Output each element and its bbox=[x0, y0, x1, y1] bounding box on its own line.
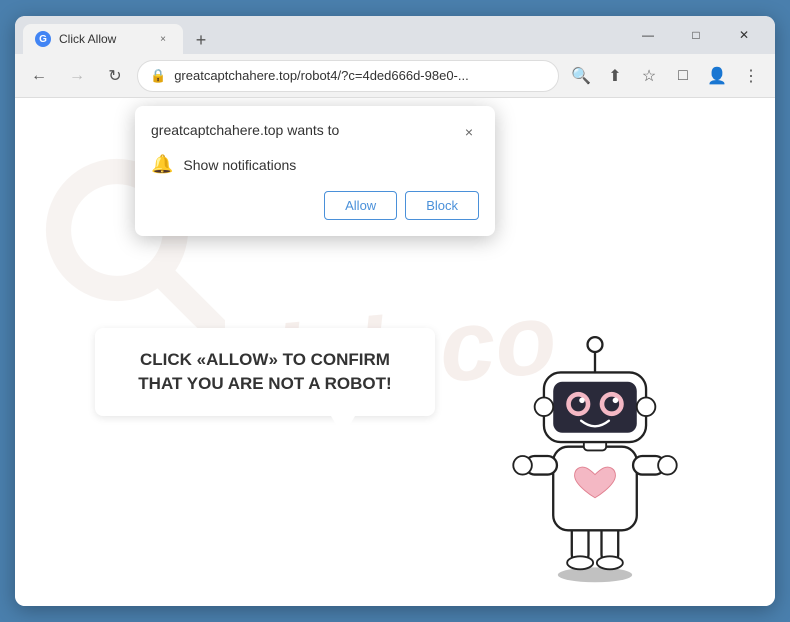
menu-button[interactable]: ⋮ bbox=[735, 60, 767, 92]
notification-label: Show notifications bbox=[183, 157, 296, 173]
allow-button[interactable]: Allow bbox=[324, 191, 397, 220]
maximize-button[interactable]: □ bbox=[673, 20, 719, 50]
lock-icon: 🔒 bbox=[150, 68, 166, 84]
speech-bubble: CLICK «ALLOW» TO CONFIRM THAT YOU ARE NO… bbox=[95, 328, 435, 416]
window-controls: — □ ✕ bbox=[625, 20, 767, 50]
popup-site-text: greatcaptchahere.top wants to bbox=[151, 122, 339, 138]
page-content: risk.co greatcaptchahere.top wants to × … bbox=[15, 98, 775, 606]
back-button[interactable]: ← bbox=[23, 60, 55, 92]
tab-title: Click Allow bbox=[59, 32, 147, 46]
close-button[interactable]: ✕ bbox=[721, 20, 767, 50]
bookmark-button[interactable]: ☆ bbox=[633, 60, 665, 92]
forward-button[interactable]: → bbox=[61, 60, 93, 92]
tab-favicon: G bbox=[35, 31, 51, 47]
block-button[interactable]: Block bbox=[405, 191, 479, 220]
active-tab[interactable]: G Click Allow × bbox=[23, 24, 183, 54]
robot-svg bbox=[495, 326, 695, 586]
new-tab-button[interactable]: + bbox=[187, 26, 215, 54]
tab-close-button[interactable]: × bbox=[155, 31, 171, 47]
captcha-message: CLICK «ALLOW» TO CONFIRM THAT YOU ARE NO… bbox=[138, 350, 391, 393]
minimize-button[interactable]: — bbox=[625, 20, 671, 50]
title-bar: G Click Allow × + — □ ✕ bbox=[15, 16, 775, 54]
tab-area: G Click Allow × + bbox=[23, 16, 609, 54]
search-button[interactable]: 🔍 bbox=[565, 60, 597, 92]
browser-window: G Click Allow × + — □ ✕ ← → ↻ 🔒 greatcap… bbox=[15, 16, 775, 606]
popup-buttons: Allow Block bbox=[151, 191, 479, 220]
phone-button[interactable]: □ bbox=[667, 60, 699, 92]
share-button[interactable]: ⬆ bbox=[599, 60, 631, 92]
notification-popup: greatcaptchahere.top wants to × 🔔 Show n… bbox=[135, 106, 495, 236]
navigation-bar: ← → ↻ 🔒 greatcaptchahere.top/robot4/?c=4… bbox=[15, 54, 775, 98]
popup-header: greatcaptchahere.top wants to × bbox=[151, 122, 479, 142]
robot-illustration bbox=[495, 326, 695, 586]
address-bar[interactable]: 🔒 greatcaptchahere.top/robot4/?c=4ded666… bbox=[137, 60, 559, 92]
profile-button[interactable]: 👤 bbox=[701, 60, 733, 92]
bell-icon: 🔔 bbox=[151, 154, 173, 175]
popup-close-button[interactable]: × bbox=[459, 122, 479, 142]
url-text: greatcaptchahere.top/robot4/?c=4ded666d-… bbox=[174, 68, 546, 83]
nav-right-icons: 🔍 ⬆ ☆ □ 👤 ⋮ bbox=[565, 60, 767, 92]
popup-notification-row: 🔔 Show notifications bbox=[151, 154, 479, 175]
refresh-button[interactable]: ↻ bbox=[99, 60, 131, 92]
